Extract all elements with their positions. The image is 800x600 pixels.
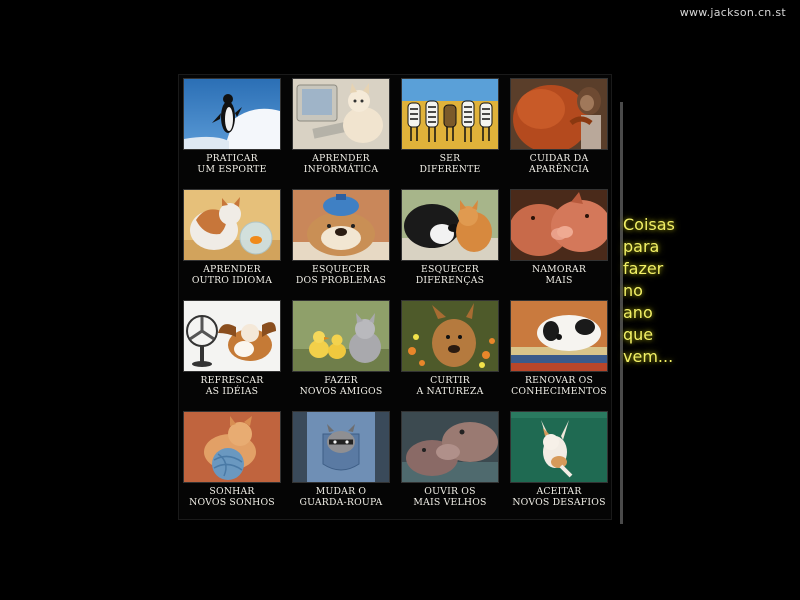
raccoon-jeans-photo: [292, 411, 390, 483]
tile-pigs: NAMORAR MAIS: [510, 189, 608, 297]
tile-caption: APRENDER OUTRO IDIOMA: [191, 264, 273, 286]
tile-caption: RENOVAR OS CONHECIMENTOS: [511, 375, 607, 397]
poster: PRATICAR UM ESPORTE APRENDER INFORMÁTICA…: [178, 74, 612, 520]
tile-caption: ACEITAR NOVOS DESAFIOS: [512, 486, 606, 508]
tile-caption: ESQUECER DIFERENÇAS: [415, 264, 485, 286]
tile-caption: ESQUECER DOS PROBLEMAS: [295, 264, 387, 286]
penguin-photo: [183, 78, 281, 150]
tile-caption: SONHAR NOVOS SONHOS: [189, 486, 275, 508]
tile-caption: OUVIR OS MAIS VELHOS: [413, 486, 487, 508]
kissing-pigs-photo: [510, 189, 608, 261]
tile-fan-dog: REFRESCAR AS IDÉIAS: [183, 300, 281, 408]
tile-caption: PRATICAR UM ESPORTE: [197, 153, 267, 175]
dog-and-cat-photo: [401, 189, 499, 261]
tile-hippos: OUVIR OS MAIS VELHOS: [401, 411, 499, 519]
hanging-kitten-photo: [510, 411, 608, 483]
tile-caption: CUIDAR DA APARÊNCIA: [528, 153, 590, 175]
kitten-yarn-photo: [183, 411, 281, 483]
tile-caption: APRENDER INFORMÁTICA: [303, 153, 379, 175]
cat-computer-photo: [292, 78, 390, 150]
tile-caption: NAMORAR MAIS: [531, 264, 587, 286]
dog-fan-photo: [183, 300, 281, 372]
tile-caption: FAZER NOVOS AMIGOS: [299, 375, 383, 397]
bulldog-icepack-photo: [292, 189, 390, 261]
tile-deer: CURTIR A NATUREZA: [401, 300, 499, 408]
tile-cat-fish: APRENDER OUTRO IDIOMA: [183, 189, 281, 297]
tile-hanging-cat: ACEITAR NOVOS DESAFIOS: [510, 411, 608, 519]
tile-caption: CURTIR A NATUREZA: [416, 375, 484, 397]
tile-orangutan: CUIDAR DA APARÊNCIA: [510, 78, 608, 186]
fawn-flowers-photo: [401, 300, 499, 372]
side-caption: Coisas para fazer no ano que vem...: [623, 215, 675, 366]
tile-zebras: SER DIFERENTE: [401, 78, 499, 186]
tile-caption: SER DIFERENTE: [419, 153, 481, 175]
tile-caption: REFRESCAR AS IDÉIAS: [200, 375, 264, 397]
tile-dog-cat: ESQUECER DIFERENÇAS: [401, 189, 499, 297]
tile-raccoon: MUDAR O GUARDA-ROUPA: [292, 411, 390, 519]
site-url: www.jackson.cn.st: [679, 6, 786, 19]
tile-grid: PRATICAR UM ESPORTE APRENDER INFORMÁTICA…: [183, 78, 608, 519]
tile-bulldog: ESQUECER DOS PROBLEMAS: [292, 189, 390, 297]
tile-ducks-cat: FAZER NOVOS AMIGOS: [292, 300, 390, 408]
hippos-photo: [401, 411, 499, 483]
tile-puppy-books: RENOVAR OS CONHECIMENTOS: [510, 300, 608, 408]
tile-penguin: PRATICAR UM ESPORTE: [183, 78, 281, 186]
tile-caption: MUDAR O GUARDA-ROUPA: [299, 486, 383, 508]
puppy-books-photo: [510, 300, 608, 372]
zebras-photo: [401, 78, 499, 150]
orangutan-photo: [510, 78, 608, 150]
cat-fishbowl-photo: [183, 189, 281, 261]
ducklings-kitten-photo: [292, 300, 390, 372]
tile-computer-cat: APRENDER INFORMÁTICA: [292, 78, 390, 186]
tile-yarn-cat: SONHAR NOVOS SONHOS: [183, 411, 281, 519]
